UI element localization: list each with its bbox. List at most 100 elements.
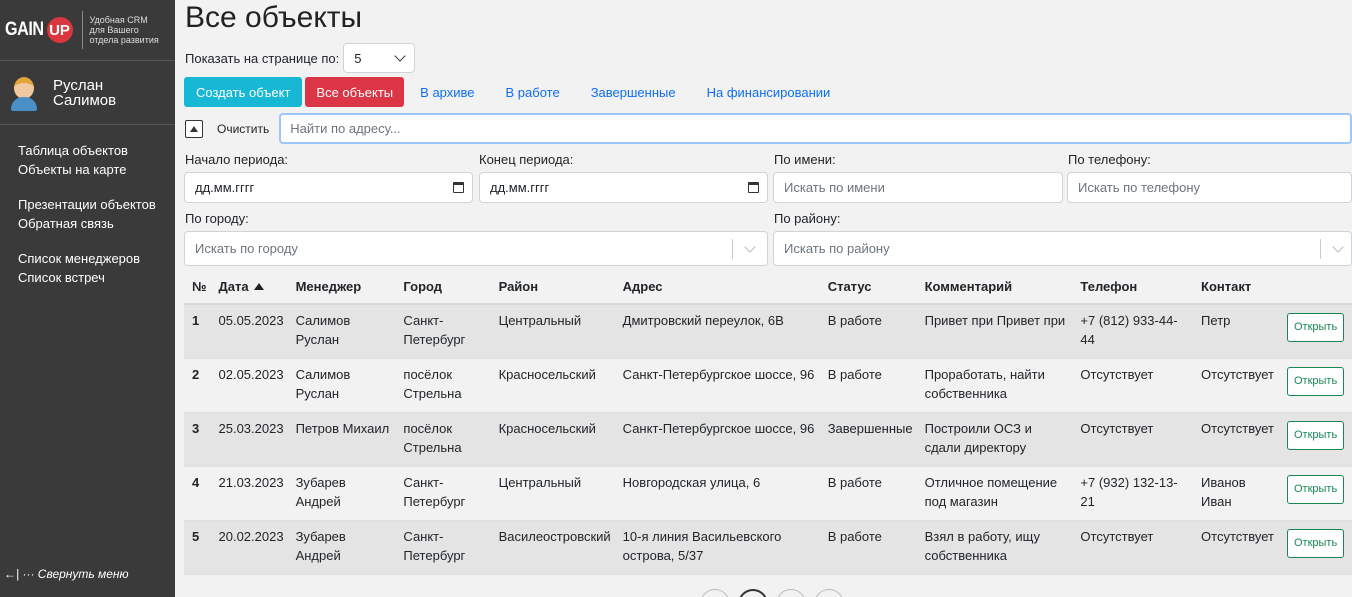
table-row[interactable]: 4 21.03.2023 Зубарев Андрей Санкт-Петербург…	[184, 466, 1352, 521]
sidebar-item-objects-table[interactable]: Таблица объектов	[18, 141, 175, 160]
sidebar: GAIN UP Удобная CRM для Вашего отдела ра…	[0, 0, 175, 597]
end-date-input[interactable]: дд.мм.гггг	[479, 172, 768, 203]
cell-district: Центральный	[492, 466, 617, 521]
cell-city: посёлок Стрельна	[397, 412, 493, 467]
clear-filters-button[interactable]: Очистить	[217, 122, 269, 136]
open-object-button[interactable]: Открыть	[1287, 313, 1345, 342]
table-row[interactable]: 3 25.03.2023 Петров Михаил посёлок Стрельна…	[184, 412, 1352, 467]
user-profile[interactable]: Руслан Салимов	[0, 61, 175, 125]
tab-archive[interactable]: В архиве	[420, 85, 474, 100]
sidebar-item-objects-map[interactable]: Объекты на карте	[18, 160, 175, 179]
cell-city: Санкт-Петербург	[397, 466, 493, 521]
pagination-button-active[interactable]	[738, 589, 768, 597]
toggle-filters-button[interactable]	[185, 119, 203, 138]
select-divider	[1320, 239, 1321, 259]
col-date[interactable]: Дата	[212, 270, 290, 305]
calendar-icon[interactable]	[453, 182, 464, 193]
cell-contact: Петр	[1195, 304, 1281, 359]
cell-status: Завершенные	[821, 412, 919, 467]
cell-manager: Зубарев Андрей	[289, 466, 398, 521]
pagination-button[interactable]	[700, 589, 730, 597]
logo-gain-text: GAIN	[5, 19, 44, 40]
user-name: Руслан Салимов	[53, 78, 116, 108]
sidebar-item-feedback[interactable]: Обратная связь	[18, 214, 175, 233]
phone-search-input[interactable]: Искать по телефону	[1067, 172, 1352, 203]
per-page-control: Показать на странице по: 5	[185, 43, 416, 73]
district-filter-label: По району:	[774, 211, 841, 226]
table-row[interactable]: 2 02.05.2023 Салимов Руслан посёлок Стрельн…	[184, 358, 1352, 413]
name-search-input[interactable]: Искать по имени	[773, 172, 1063, 203]
cell-comment: Привет при Привет при	[918, 304, 1075, 359]
cell-date: 21.03.2023	[212, 466, 290, 521]
table-row[interactable]: 5 20.02.2023 Зубарев Андрей Санкт-Петербург…	[184, 520, 1352, 575]
cell-actions: Открыть	[1281, 466, 1352, 521]
cell-manager: Салимов Руслан	[289, 304, 398, 359]
cell-comment: Взял в работу, ищу собственника	[918, 520, 1075, 575]
cell-comment: Проработать, найти собственника	[918, 358, 1075, 413]
col-district: Район	[492, 270, 617, 305]
cell-status: В работе	[821, 358, 919, 413]
pagination-button[interactable]	[776, 589, 806, 597]
sidebar-item-presentations[interactable]: Презентации объектов	[18, 195, 175, 214]
cell-status: В работе	[821, 520, 919, 575]
cell-phone: Отсутствует	[1074, 358, 1196, 413]
city-select[interactable]: Искать по городу	[184, 231, 768, 266]
cell-address: Новгородская улица, 6	[616, 466, 822, 521]
col-phone: Телефон	[1074, 270, 1196, 305]
select-divider	[732, 239, 733, 259]
user-first-name: Руслан	[53, 76, 104, 94]
cell-number: 4	[184, 466, 213, 521]
cell-actions: Открыть	[1281, 520, 1352, 575]
tab-in-work[interactable]: В работе	[506, 85, 560, 100]
tab-all-objects[interactable]: Все объекты	[305, 77, 405, 107]
cell-city: Санкт-Петербург	[397, 520, 493, 575]
per-page-select[interactable]: 5	[343, 43, 416, 73]
nav-group-presentations: Презентации объектов Обратная связь	[18, 195, 175, 233]
tab-completed[interactable]: Завершенные	[591, 85, 676, 100]
logo-up-badge: UP	[46, 17, 73, 43]
table-header-row: № Дата Менеджер Город Район Адрес Статус…	[184, 270, 1352, 305]
end-date-value: дд.мм.гггг	[490, 180, 550, 195]
sidebar-item-meetings[interactable]: Список встреч	[18, 268, 175, 287]
open-object-button[interactable]: Открыть	[1287, 420, 1345, 450]
district-select[interactable]: Искать по району	[773, 231, 1352, 266]
address-search-input[interactable]: Найти по адресу...	[279, 113, 1352, 144]
cell-contact: Иванов Иван	[1195, 466, 1281, 521]
create-object-button[interactable]: Создать объект	[184, 77, 303, 107]
cell-actions: Открыть	[1281, 412, 1352, 467]
open-object-button[interactable]: Открыть	[1287, 528, 1345, 558]
col-date-label: Дата	[218, 279, 249, 294]
status-tabs: Создать объект Все объекты В архиве В ра…	[184, 77, 830, 107]
open-object-button[interactable]: Открыть	[1287, 366, 1345, 396]
search-row: Очистить Найти по адресу...	[185, 113, 1352, 144]
city-select-placeholder: Искать по городу	[195, 241, 298, 256]
tab-financing[interactable]: На финансировании	[707, 85, 831, 100]
col-number: №	[184, 270, 213, 305]
col-status: Статус	[821, 270, 919, 305]
cell-phone: Отсутствует	[1074, 520, 1196, 575]
col-contact: Контакт	[1195, 270, 1281, 305]
cell-district: Красносельский	[492, 412, 617, 467]
col-comment: Комментарий	[918, 270, 1075, 305]
per-page-label: Показать на странице по:	[185, 50, 340, 66]
brand-logo[interactable]: GAIN UP Удобная CRM для Вашего отдела ра…	[0, 0, 175, 61]
collapse-menu-button[interactable]: ←| ··· Свернуть меню	[4, 567, 129, 581]
pagination-button[interactable]	[814, 589, 844, 597]
nav-group-objects: Таблица объектов Объекты на карте	[18, 141, 175, 179]
start-date-input[interactable]: дд.мм.гггг	[184, 172, 473, 203]
table-row[interactable]: 1 05.05.2023 Салимов Руслан Санкт-Петербург…	[184, 304, 1352, 359]
objects-table: № Дата Менеджер Город Район Адрес Статус…	[184, 270, 1352, 575]
sidebar-item-managers[interactable]: Список менеджеров	[18, 249, 175, 268]
calendar-icon[interactable]	[748, 182, 759, 193]
cell-contact: Отсутствует	[1195, 358, 1281, 413]
open-object-button[interactable]: Открыть	[1287, 474, 1345, 504]
cell-address: Санкт-Петербургское шоссе, 96	[616, 358, 822, 413]
cell-phone: +7 (932) 132-13-21	[1074, 466, 1196, 521]
cell-number: 3	[184, 412, 213, 467]
cell-date: 20.02.2023	[212, 520, 290, 575]
page-title: Все объекты	[185, 1, 363, 34]
cell-date: 05.05.2023	[212, 304, 290, 359]
cell-city: Санкт-Петербург	[397, 304, 493, 359]
table-body: 1 05.05.2023 Салимов Руслан Санкт-Петербург…	[184, 304, 1352, 575]
cell-actions: Открыть	[1281, 358, 1352, 413]
